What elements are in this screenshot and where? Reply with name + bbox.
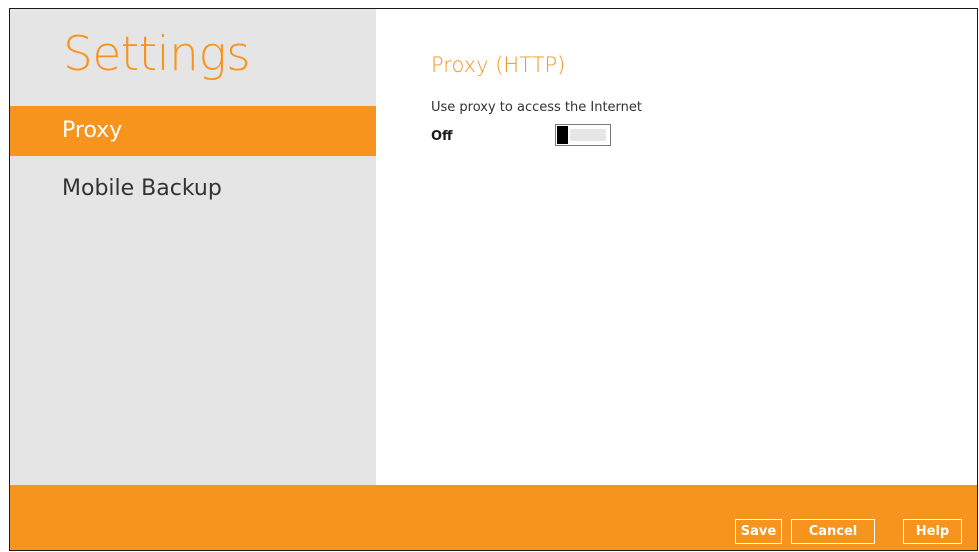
footer-bar: Save Cancel Help [10,485,977,550]
sidebar: Settings Proxy Mobile Backup [10,9,376,487]
help-button[interactable]: Help [903,519,962,544]
sidebar-item-mobile-backup[interactable]: Mobile Backup [10,164,376,214]
settings-window: Settings Proxy Mobile Backup Proxy (HTTP… [9,8,978,551]
proxy-description: Use proxy to access the Internet [431,100,643,115]
section-title: Proxy (HTTP) [431,53,566,77]
toggle-knob[interactable] [557,126,568,144]
proxy-toggle[interactable] [555,124,611,146]
toggle-track [570,129,606,141]
main-content: Proxy (HTTP) Use proxy to access the Int… [376,9,977,487]
sidebar-title: Settings [63,27,251,82]
sidebar-item-proxy[interactable]: Proxy [10,106,376,156]
proxy-toggle-state: Off [431,129,453,144]
save-button[interactable]: Save [735,519,782,544]
cancel-button[interactable]: Cancel [791,519,875,544]
